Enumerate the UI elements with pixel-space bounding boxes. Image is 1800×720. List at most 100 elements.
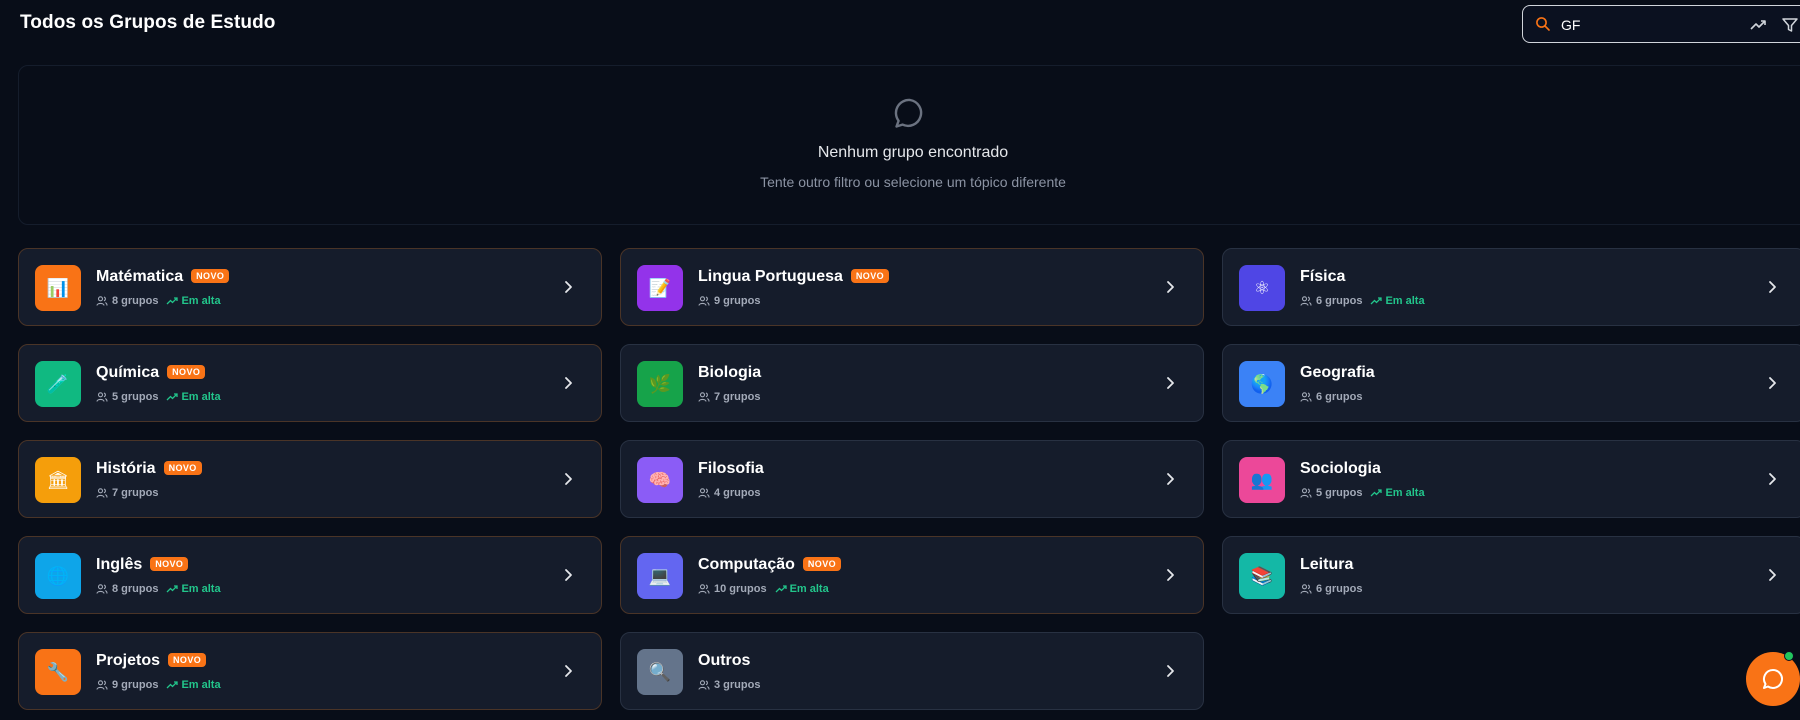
- atom-icon: ⚛: [1239, 265, 1285, 311]
- group-count: 5 grupos: [112, 391, 159, 403]
- group-name: Lingua Portuguesa NOVO: [698, 268, 890, 286]
- users-icon: [96, 392, 108, 402]
- trending-label: Em alta: [166, 679, 221, 691]
- group-count: 10 grupos: [714, 583, 767, 595]
- trending-icon: [1370, 489, 1383, 497]
- group-count: 5 grupos: [1316, 487, 1363, 499]
- test-tube-icon: 🧪: [35, 361, 81, 407]
- group-card[interactable]: 📝 Lingua Portuguesa NOVO 9 grupos: [620, 248, 1204, 326]
- group-name: Projetos NOVO: [96, 652, 207, 670]
- chevron-right-icon: [565, 665, 572, 677]
- new-badge: NOVO: [850, 269, 890, 283]
- group-count: 6 grupos: [1316, 391, 1363, 403]
- group-count: 3 grupos: [714, 679, 761, 691]
- chevron-right-icon: [1769, 473, 1776, 485]
- trending-label: Em alta: [166, 583, 221, 595]
- chat-button[interactable]: [1746, 652, 1800, 706]
- users-icon: [1300, 584, 1312, 594]
- trending-label: Em alta: [775, 583, 829, 595]
- empty-state-title: Nenhum grupo encontrado: [817, 144, 1009, 161]
- group-meta: 5 grupos Em alta: [96, 391, 221, 403]
- wrench-icon: 🔧: [35, 649, 81, 695]
- group-card[interactable]: ⚛ Física 6 grupos Em alta: [1222, 248, 1800, 326]
- group-meta: 3 grupos: [698, 679, 760, 691]
- group-count: 6 grupos: [1316, 295, 1363, 307]
- users-icon: [96, 488, 108, 498]
- trending-label: Em alta: [166, 295, 221, 307]
- group-card[interactable]: 📊 Matématica NOVO 8 grupos Em alta: [18, 248, 602, 326]
- chevron-right-icon: [565, 281, 572, 293]
- chat-icon: [1762, 668, 1783, 689]
- group-name: História NOVO: [96, 460, 202, 478]
- group-count: 8 grupos: [112, 583, 159, 595]
- filter-icon[interactable]: [1781, 16, 1799, 34]
- trending-icon: [1370, 297, 1383, 305]
- users-icon: [1300, 488, 1312, 498]
- search-input[interactable]: [1561, 15, 1711, 35]
- group-count: 9 grupos: [714, 295, 761, 307]
- group-card[interactable]: 🌿 Biologia 7 grupos: [620, 344, 1204, 422]
- users-icon: [1300, 392, 1312, 402]
- magnifier-icon: 🔍: [637, 649, 683, 695]
- group-meta: 9 grupos Em alta: [96, 679, 221, 691]
- museum-icon: 🏛: [35, 457, 81, 503]
- new-badge: NOVO: [168, 653, 207, 667]
- users-icon: [698, 680, 710, 690]
- group-card[interactable]: 🔧 Projetos NOVO 9 grupos Em alta: [18, 632, 602, 710]
- users-icon: [698, 488, 710, 498]
- laptop-icon: 💻: [637, 553, 683, 599]
- leaf-icon: 🌿: [637, 361, 683, 407]
- group-meta: 10 grupos Em alta: [698, 583, 829, 595]
- group-count: 8 grupos: [112, 295, 159, 307]
- group-meta: 4 grupos: [698, 487, 760, 499]
- page-title: Todos os Grupos de Estudo: [20, 12, 276, 33]
- group-meta: 6 grupos: [1300, 583, 1362, 595]
- group-name: Computação NOVO: [698, 556, 842, 574]
- users-icon: [698, 392, 710, 402]
- world-icon: 🌐: [35, 553, 81, 599]
- chevron-right-icon: [1167, 569, 1174, 581]
- new-badge: NOVO: [191, 269, 230, 283]
- trending-icon: [775, 585, 787, 593]
- group-meta: 7 grupos: [698, 391, 760, 403]
- users-icon: [698, 296, 710, 306]
- study-groups-page: Todos os Grupos de Estudo Nenhum grupo e…: [0, 0, 1800, 720]
- group-card[interactable]: 🌐 Inglês NOVO 8 grupos Em alta: [18, 536, 602, 614]
- memo-icon: 📝: [637, 265, 683, 311]
- chevron-right-icon: [565, 473, 572, 485]
- chevron-right-icon: [1167, 377, 1174, 389]
- group-card[interactable]: 🌎 Geografia 6 grupos: [1222, 344, 1800, 422]
- group-card[interactable]: 📚 Leitura 6 grupos: [1222, 536, 1800, 614]
- group-card[interactable]: 👥 Sociologia 5 grupos Em alta: [1222, 440, 1800, 518]
- bar-chart-icon: 📊: [35, 265, 81, 311]
- group-card[interactable]: 💻 Computação NOVO 10 grupos Em alta: [620, 536, 1204, 614]
- trending-icon: [166, 297, 179, 305]
- new-badge: NOVO: [167, 365, 206, 379]
- group-card[interactable]: 🔍 Outros 3 grupos: [620, 632, 1204, 710]
- search-box[interactable]: [1522, 5, 1800, 43]
- trending-icon: [166, 681, 179, 689]
- group-card[interactable]: 🧪 Química NOVO 5 grupos Em alta: [18, 344, 602, 422]
- group-name: Sociologia: [1300, 460, 1381, 477]
- new-badge: NOVO: [163, 461, 202, 475]
- group-count: 6 grupos: [1316, 583, 1363, 595]
- group-card[interactable]: 🏛 História NOVO 7 grupos: [18, 440, 602, 518]
- users-icon: [96, 680, 108, 690]
- trending-icon: [166, 585, 179, 593]
- group-count: 7 grupos: [714, 391, 761, 403]
- group-meta: 5 grupos Em alta: [1300, 487, 1425, 499]
- group-meta: 9 grupos: [698, 295, 760, 307]
- new-badge: NOVO: [802, 557, 842, 571]
- group-card[interactable]: 🧠 Filosofia 4 grupos: [620, 440, 1204, 518]
- trending-icon: [166, 393, 179, 401]
- group-name: Geografia: [1300, 364, 1375, 381]
- people-icon: 👥: [1239, 457, 1285, 503]
- brain-icon: 🧠: [637, 457, 683, 503]
- group-count: 4 grupos: [714, 487, 761, 499]
- group-meta: 6 grupos: [1300, 391, 1362, 403]
- trending-label: Em alta: [166, 391, 221, 403]
- trending-sort-icon[interactable]: [1749, 16, 1767, 34]
- empty-state-subtitle: Tente outro filtro ou selecione um tópic…: [760, 174, 1066, 190]
- group-meta: 8 grupos Em alta: [96, 295, 221, 307]
- chevron-right-icon: [1167, 665, 1174, 677]
